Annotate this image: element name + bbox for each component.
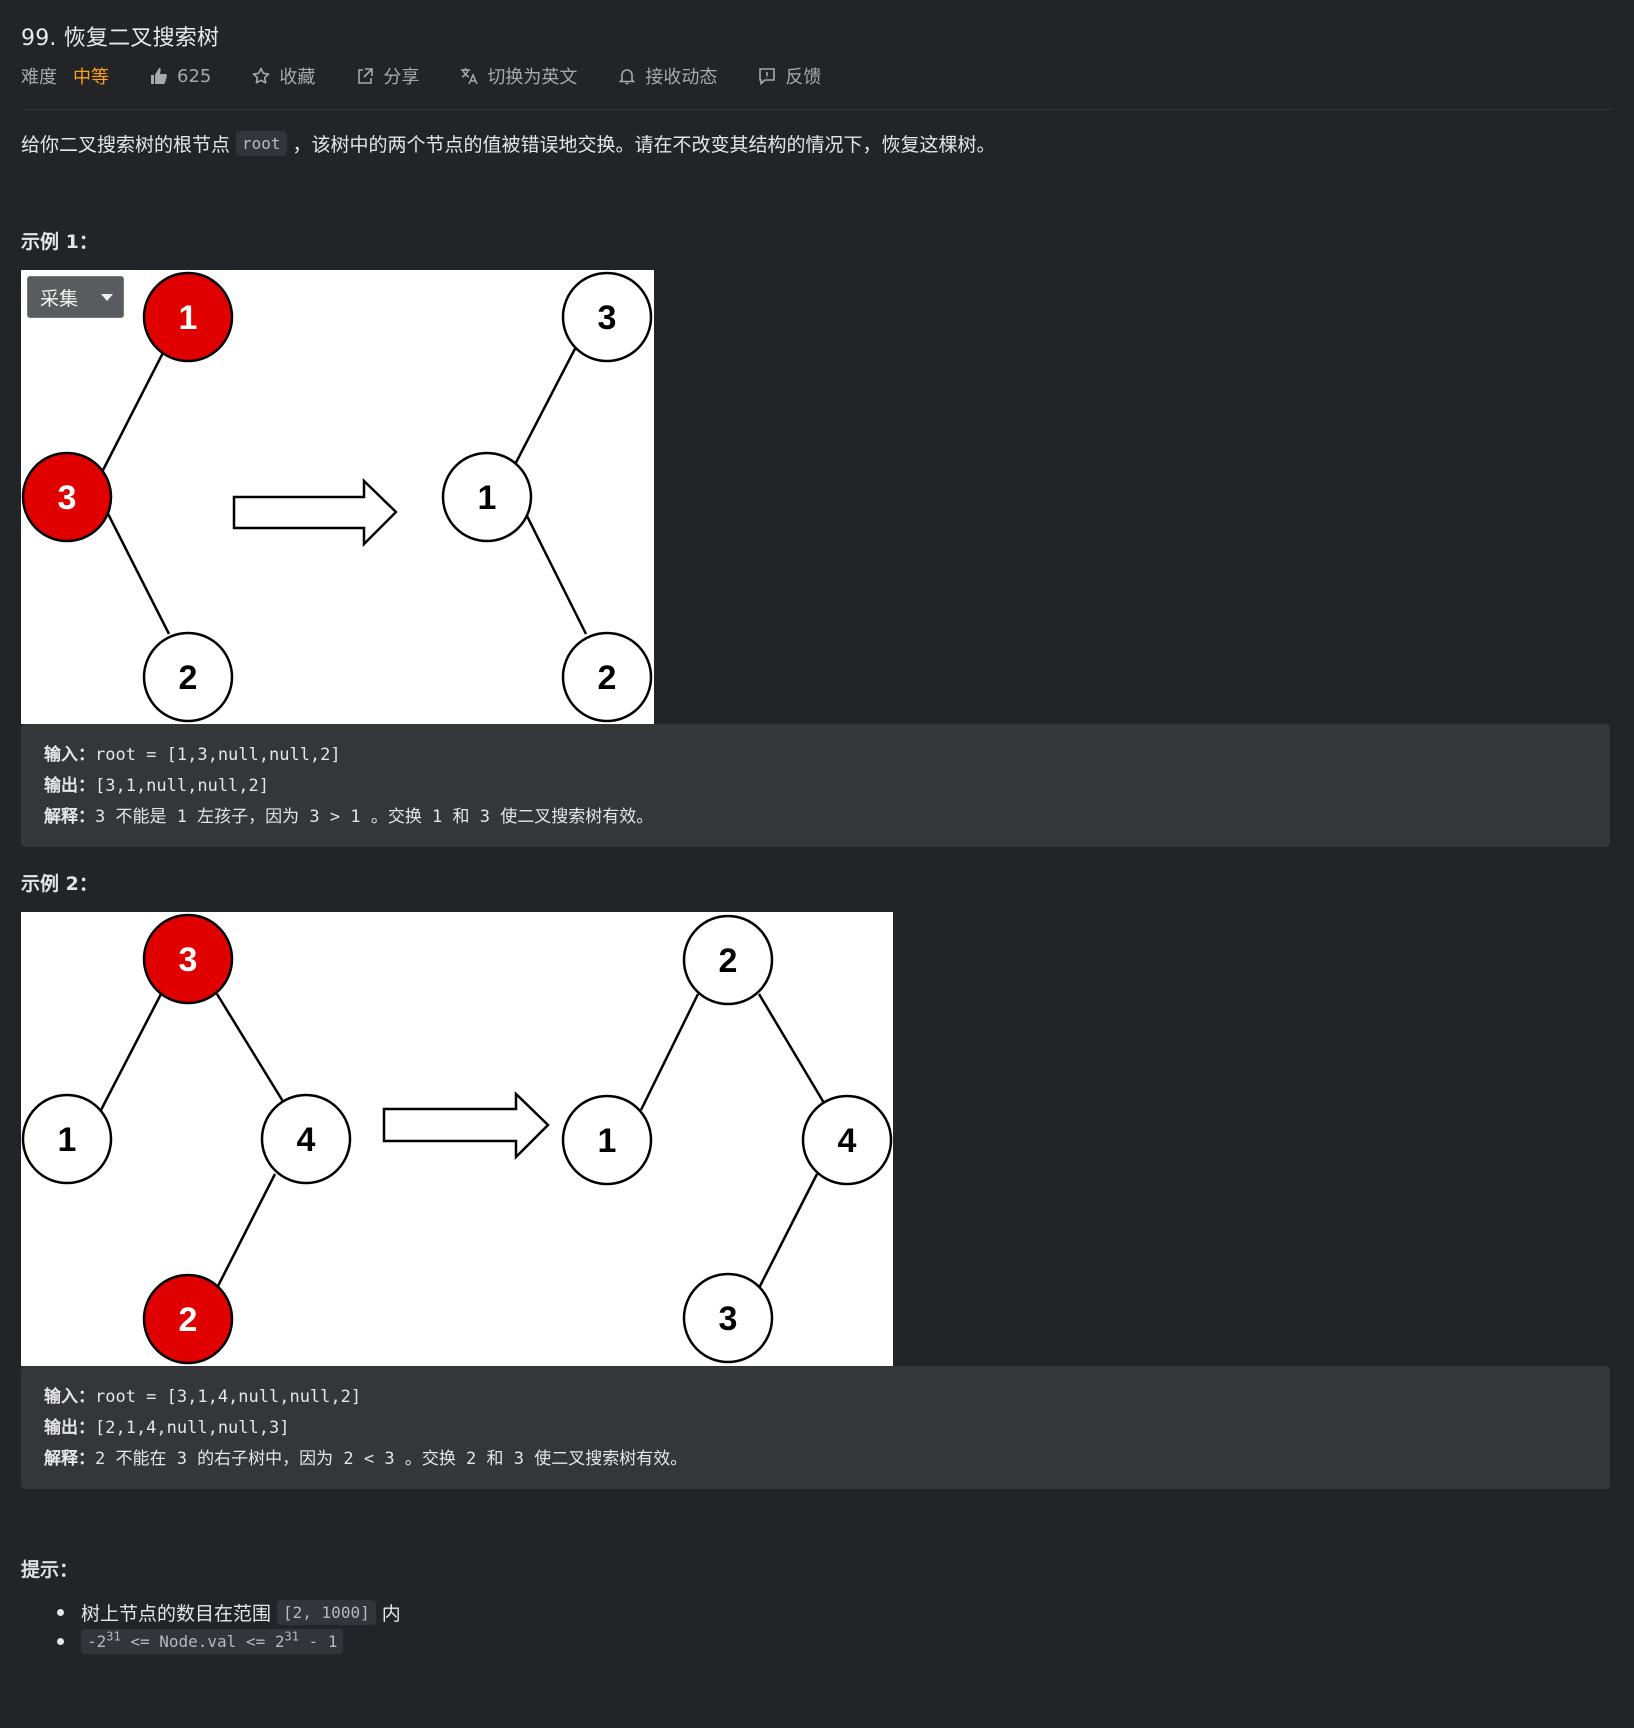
tree-node-label: 2 bbox=[179, 1301, 198, 1339]
example-2-diagram: 3 1 4 2 2 1 4 3 bbox=[21, 913, 893, 1365]
input-label: 输入： bbox=[44, 1387, 95, 1407]
example-2-output: [2,1,4,null,null,3] bbox=[95, 1418, 290, 1438]
example-1-diagram: 1 3 2 3 1 2 bbox=[21, 271, 653, 723]
favorite-label: 收藏 bbox=[279, 67, 316, 88]
difficulty-label: 难度 bbox=[21, 67, 57, 88]
list-item: -231 <= Node.val <= 231 - 1 bbox=[57, 1627, 401, 1656]
share-button[interactable]: 分享 bbox=[355, 63, 419, 89]
tree-node-label: 1 bbox=[598, 1122, 617, 1160]
caret-down-icon bbox=[101, 294, 113, 301]
example-2-code-block: 输入：root = [3,1,4,null,null,2] 输出：[2,1,4,… bbox=[21, 1366, 1610, 1489]
example-1-heading: 示例 1： bbox=[21, 231, 98, 253]
share-icon bbox=[358, 68, 374, 84]
example-2-figure: 3 1 4 2 2 1 4 3 bbox=[21, 912, 893, 1366]
feedback-label: 反馈 bbox=[785, 67, 822, 88]
problem-description: 给你二叉搜索树的根节点 root ，该树中的两个节点的值被错误地交换。请在不改变… bbox=[21, 130, 996, 157]
favorite-button[interactable]: 收藏 bbox=[251, 63, 315, 89]
arrow-right-icon bbox=[382, 1091, 550, 1161]
tree-node-label: 3 bbox=[598, 299, 617, 337]
hints-list: 树上节点的数目在范围 [2, 1000] 内 -231 <= Node.val … bbox=[57, 1598, 401, 1656]
hint-1-text-after: 内 bbox=[381, 1603, 401, 1625]
output-label: 输出： bbox=[44, 776, 95, 796]
share-label: 分享 bbox=[383, 67, 420, 88]
bell-icon bbox=[618, 69, 636, 85]
hints-heading: 提示： bbox=[21, 1559, 79, 1581]
hint-1-text-before: 树上节点的数目在范围 bbox=[81, 1603, 272, 1625]
like-count: 625 bbox=[177, 65, 212, 87]
example-1-output: [3,1,null,null,2] bbox=[95, 776, 269, 796]
tree-node-label: 3 bbox=[719, 1300, 738, 1338]
example-1-explain: 3 不能是 1 左孩子，因为 3 > 1 。交换 1 和 3 使二叉搜索树有效。 bbox=[95, 807, 654, 827]
example-2-after-tree: 2 1 4 3 bbox=[561, 914, 893, 1364]
switch-language-button[interactable]: 切换为英文 bbox=[459, 63, 577, 89]
tree-node-label: 3 bbox=[179, 941, 198, 979]
tree-node-label: 4 bbox=[838, 1122, 857, 1160]
switch-language-label: 切换为英文 bbox=[487, 67, 578, 88]
explain-label: 解释： bbox=[44, 1449, 95, 1469]
hint-2-code: -231 <= Node.val <= 231 - 1 bbox=[81, 1629, 344, 1654]
description-text-after: ，该树中的两个节点的值被错误地交换。请在不改变其结构的情况下，恢复这棵树。 bbox=[292, 134, 996, 156]
example-2-before-tree: 3 1 4 2 bbox=[21, 913, 352, 1365]
tree-node-label: 1 bbox=[58, 1121, 77, 1159]
problem-title: 99. 恢复二叉搜索树 bbox=[21, 26, 220, 51]
capture-button[interactable]: 采集 bbox=[27, 276, 124, 318]
example-2-input: root = [3,1,4,null,null,2] bbox=[95, 1387, 362, 1407]
tree-node-label: 1 bbox=[478, 479, 497, 517]
list-item: 树上节点的数目在范围 [2, 1000] 内 bbox=[57, 1598, 401, 1627]
example-1-input: root = [1,3,null,null,2] bbox=[95, 745, 341, 765]
tree-node-label: 4 bbox=[297, 1121, 316, 1159]
example-1-after-tree: 3 1 2 bbox=[441, 271, 653, 723]
translate-icon bbox=[461, 68, 479, 85]
hint-1-code: [2, 1000] bbox=[277, 1600, 376, 1625]
tree-node-label: 3 bbox=[58, 479, 77, 517]
example-1-before-tree: 1 3 2 bbox=[21, 271, 234, 723]
explain-label: 解释： bbox=[44, 807, 95, 827]
like-button[interactable]: 625 bbox=[149, 66, 211, 87]
problem-meta-bar: 难度 中等 625 收藏 分享 切换为英文 接收动态 反馈 bbox=[21, 62, 861, 90]
feedback-icon bbox=[759, 68, 776, 86]
arrow-right-icon bbox=[232, 478, 398, 548]
example-2-explain: 2 不能在 3 的右子树中，因为 2 < 3 。交换 2 和 3 使二叉搜索树有… bbox=[95, 1449, 688, 1469]
example-2-heading: 示例 2： bbox=[21, 873, 98, 895]
capture-button-label: 采集 bbox=[40, 287, 79, 310]
star-icon bbox=[253, 67, 270, 84]
difficulty-badge: 中等 bbox=[73, 67, 109, 88]
feedback-button[interactable]: 反馈 bbox=[757, 63, 821, 89]
example-1-figure: 1 3 2 3 1 2 采集 bbox=[21, 270, 654, 724]
input-label: 输入： bbox=[44, 745, 95, 765]
subscribe-label: 接收动态 bbox=[645, 67, 718, 88]
tree-node-label: 2 bbox=[598, 659, 617, 697]
output-label: 输出： bbox=[44, 1418, 95, 1438]
tree-node-label: 2 bbox=[179, 659, 198, 697]
subscribe-button[interactable]: 接收动态 bbox=[617, 63, 717, 89]
example-1-code-block: 输入：root = [1,3,null,null,2] 输出：[3,1,null… bbox=[21, 724, 1610, 847]
description-code-root: root bbox=[236, 131, 287, 156]
tree-node-label: 2 bbox=[719, 942, 738, 980]
thumbs-up-icon bbox=[151, 68, 167, 84]
description-text-before: 给你二叉搜索树的根节点 bbox=[21, 134, 231, 156]
tree-node-label: 1 bbox=[179, 299, 198, 337]
header-divider bbox=[21, 109, 1612, 110]
